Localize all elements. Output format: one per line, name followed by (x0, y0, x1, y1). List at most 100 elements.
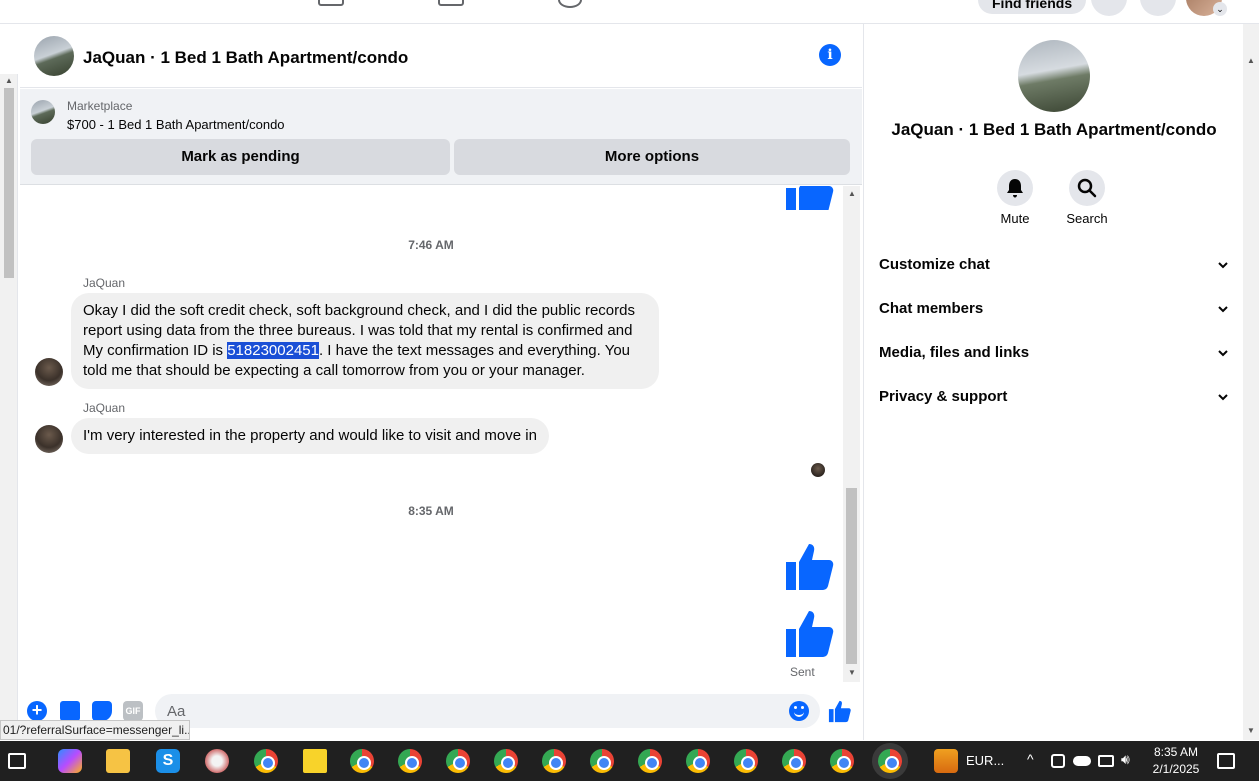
notification-center-icon[interactable] (1217, 753, 1235, 769)
sticky-notes-icon[interactable] (303, 749, 327, 773)
plus-icon[interactable]: + (27, 701, 47, 721)
scroll-down-arrow-icon[interactable]: ▼ (1247, 726, 1255, 735)
search-label: Search (1066, 211, 1108, 226)
conversation-details-panel: JaQuan · 1 Bed 1 Bath Apartment/condo Mu… (863, 24, 1243, 740)
chrome-icon[interactable] (734, 749, 758, 773)
notifications-button[interactable] (1140, 0, 1176, 16)
marketplace-nav-icon[interactable] (318, 0, 344, 6)
message-list[interactable]: 7:46 AM JaQuan Okay I did the soft credi… (20, 186, 842, 684)
page-scrollbar[interactable]: ▲ (0, 74, 18, 734)
chevron-down-icon[interactable]: ⌄ (1213, 2, 1227, 16)
chrome-icon-active[interactable] (878, 749, 902, 773)
chevron-down-icon (1218, 262, 1228, 269)
link-status-bar: 01/?referralSurface=messenger_li... (0, 720, 190, 740)
chrome-icon[interactable] (446, 749, 470, 773)
listing-thumbnail[interactable] (31, 100, 55, 124)
search-icon (1069, 170, 1105, 206)
section-label: Privacy & support (879, 388, 1008, 405)
media-files-links-section[interactable]: Media, files and links (879, 331, 1229, 375)
groups-nav-icon[interactable] (438, 0, 464, 6)
page-scrollbar-thumb[interactable] (4, 88, 14, 278)
chat-members-section[interactable]: Chat members (879, 287, 1229, 331)
scroll-up-arrow-icon[interactable]: ▲ (1247, 56, 1255, 65)
section-label: Customize chat (879, 256, 990, 273)
message-input[interactable] (155, 694, 820, 728)
chat-title[interactable]: JaQuan · 1 Bed 1 Bath Apartment/condo (83, 48, 408, 68)
scroll-up-arrow-icon[interactable]: ▲ (848, 189, 856, 198)
chrome-icon[interactable] (398, 749, 422, 773)
like-send-button[interactable] (828, 699, 852, 723)
profile-nav-icon[interactable] (558, 0, 582, 8)
mute-label: Mute (1000, 211, 1030, 226)
sticker-icon[interactable] (92, 701, 112, 721)
section-label: Chat members (879, 300, 984, 317)
messages-scrollbar-thumb[interactable] (846, 488, 857, 664)
bell-icon (997, 170, 1033, 206)
message-bubble[interactable]: I'm very interested in the property and … (71, 418, 549, 454)
chevron-down-icon (1218, 306, 1228, 313)
photo-icon[interactable] (60, 701, 80, 721)
paint-icon[interactable] (205, 749, 229, 773)
conversation-avatar[interactable] (1018, 40, 1090, 112)
sender-avatar[interactable] (35, 425, 63, 453)
mark-as-pending-button[interactable]: Mark as pending (31, 139, 450, 175)
gif-icon[interactable]: GIF (123, 701, 143, 721)
windows-taskbar: S EUR... ^ 🔊︎ 8:35 AM 2/1/2025 (0, 741, 1259, 781)
chevron-down-icon (1218, 394, 1228, 401)
sender-avatar[interactable] (35, 358, 63, 386)
mute-button[interactable]: Mute (985, 170, 1045, 226)
chrome-icon[interactable] (254, 749, 278, 773)
privacy-support-section[interactable]: Privacy & support (879, 375, 1229, 419)
find-friends-button[interactable]: Find friends (978, 0, 1087, 14)
task-view-icon[interactable] (8, 753, 26, 769)
message-text: I'm very interested in the property and … (83, 427, 537, 444)
chrome-icon[interactable] (494, 749, 518, 773)
confirmation-id-highlight: 51823002451 (227, 342, 319, 359)
marketplace-label: Marketplace (67, 99, 133, 113)
thumbs-up-icon (784, 186, 836, 210)
chrome-icon[interactable] (830, 749, 854, 773)
volume-icon[interactable]: 🔊︎ (1121, 751, 1130, 768)
scroll-down-arrow-icon[interactable]: ▼ (848, 668, 856, 677)
file-explorer-icon[interactable] (106, 749, 130, 773)
window-scrollbar[interactable]: ▲ ▼ (1243, 24, 1259, 740)
top-navigation: Find friends ⌄ (0, 0, 1259, 24)
clock-date: 2/1/2025 (1152, 762, 1200, 776)
clock-time: 8:35 AM (1153, 745, 1199, 759)
currency-widget-label[interactable]: EUR... (966, 753, 1004, 768)
messages-scrollbar[interactable]: ▲ ▼ (843, 186, 860, 682)
message-bubble[interactable]: Okay I did the soft credit check, soft b… (71, 293, 659, 389)
chrome-icon[interactable] (638, 749, 662, 773)
conversation-title: JaQuan · 1 Bed 1 Bath Apartment/condo (891, 120, 1217, 139)
currency-widget-icon[interactable] (934, 749, 958, 773)
scroll-up-arrow-icon[interactable]: ▲ (5, 76, 13, 85)
thumbs-up-icon[interactable] (784, 540, 836, 592)
system-clock[interactable]: 8:35 AM 2/1/2025 (1148, 744, 1204, 778)
chrome-icon[interactable] (542, 749, 566, 773)
message-sender: JaQuan (83, 276, 126, 290)
listing-title[interactable]: $700 - 1 Bed 1 Bath Apartment/condo (67, 117, 285, 132)
network-icon[interactable] (1098, 755, 1114, 767)
timestamp: 8:35 AM (408, 504, 454, 518)
message-sender: JaQuan (83, 401, 126, 415)
info-icon[interactable]: i (819, 44, 841, 66)
meet-icon[interactable] (1051, 754, 1065, 768)
timestamp: 7:46 AM (408, 238, 454, 252)
chrome-icon[interactable] (350, 749, 374, 773)
more-options-button[interactable]: More options (454, 139, 850, 175)
skype-icon[interactable]: S (156, 749, 180, 773)
chrome-icon[interactable] (590, 749, 614, 773)
chrome-icon[interactable] (782, 749, 806, 773)
menu-grid-button[interactable] (1091, 0, 1127, 16)
thumbs-up-icon[interactable] (784, 607, 836, 659)
copilot-icon[interactable] (58, 749, 82, 773)
marketplace-banner: Marketplace $700 - 1 Bed 1 Bath Apartmen… (20, 89, 862, 185)
emoji-icon[interactable] (789, 701, 809, 721)
search-conversation-button[interactable]: Search (1057, 170, 1117, 226)
chat-avatar[interactable] (34, 36, 74, 76)
chrome-icon[interactable] (686, 749, 710, 773)
onedrive-cloud-icon[interactable] (1073, 756, 1091, 766)
show-hidden-icons-icon[interactable]: ^ (1027, 751, 1034, 767)
seen-indicator-avatar (811, 463, 825, 477)
customize-chat-section[interactable]: Customize chat (879, 243, 1229, 287)
